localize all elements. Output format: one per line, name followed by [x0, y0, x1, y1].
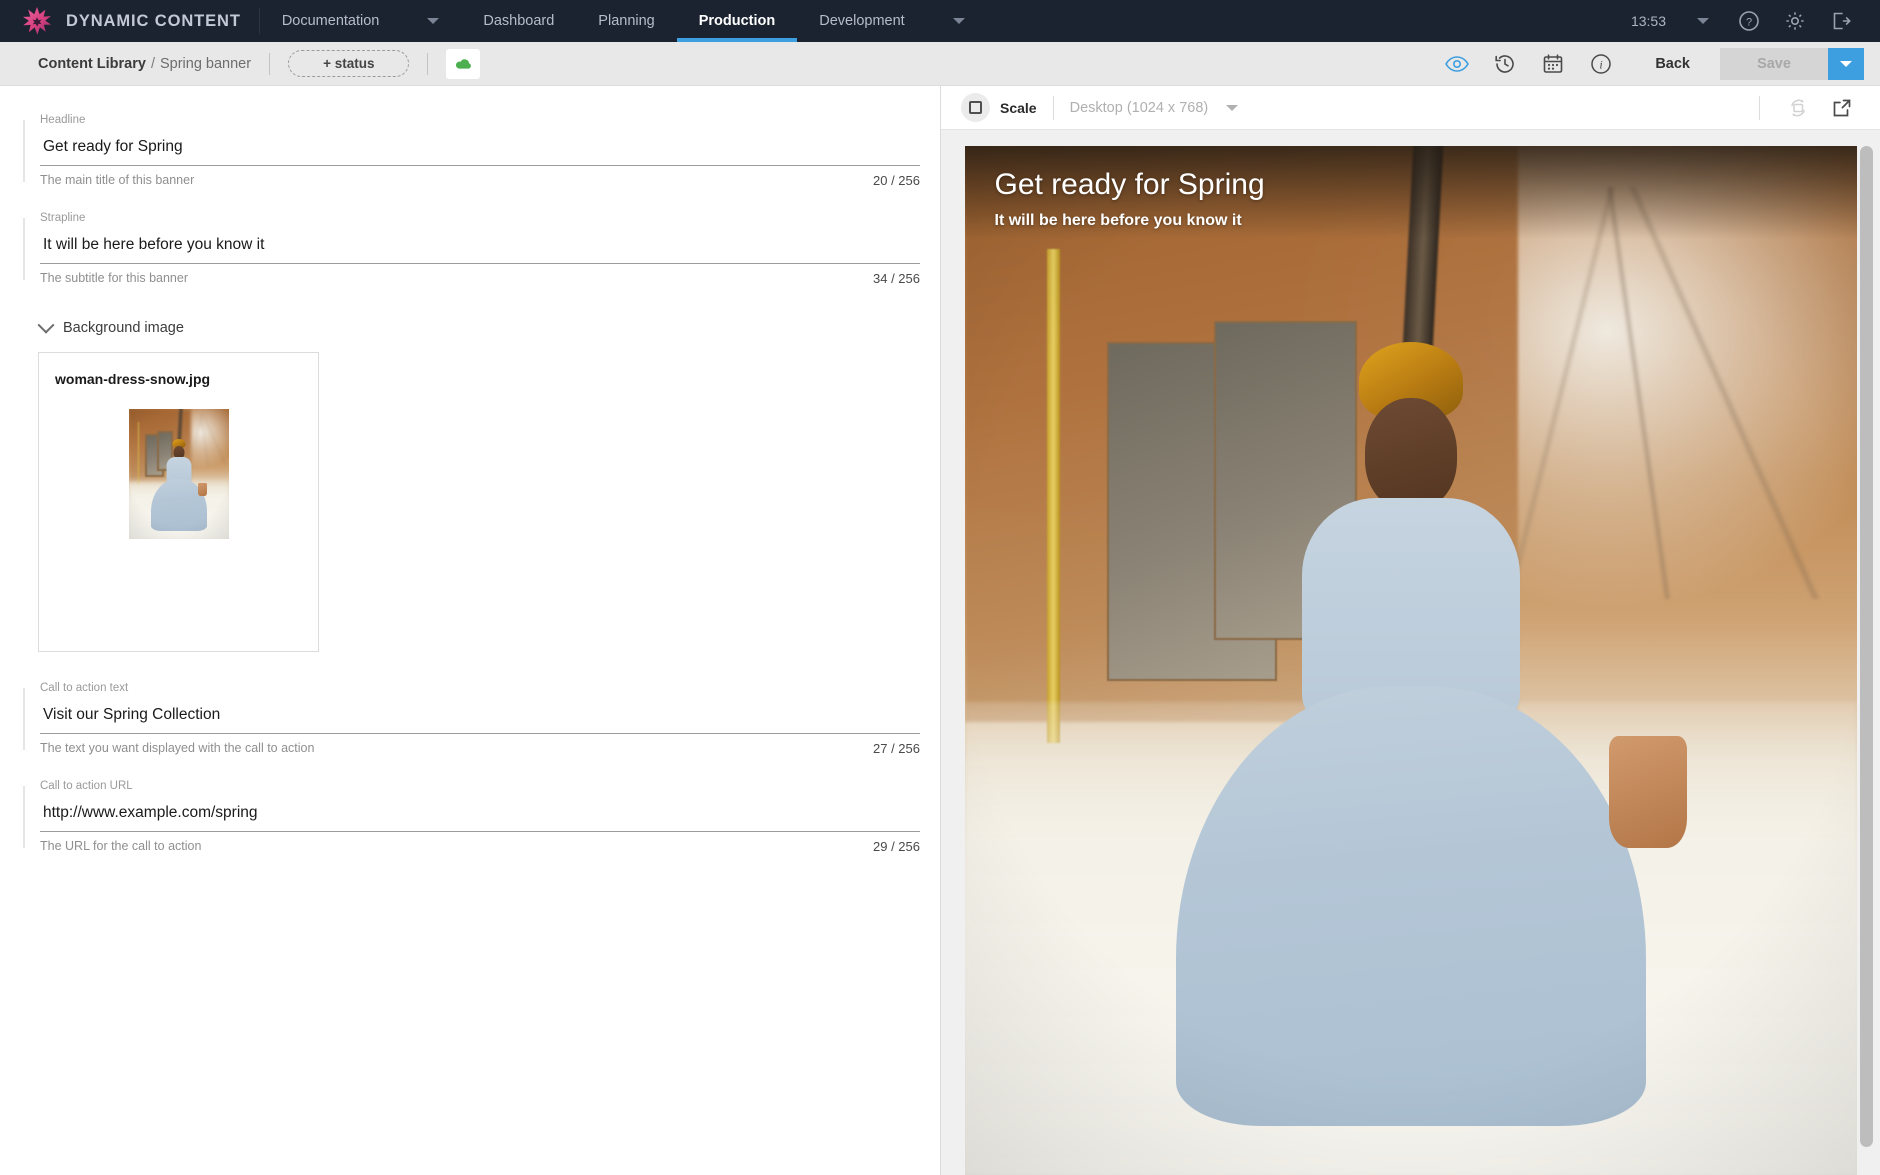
clock: 13:53 — [1630, 13, 1666, 29]
banner-overlay-text: Get ready for Spring It will be here bef… — [995, 168, 1265, 230]
cta-url-input[interactable]: http://www.example.com/spring — [40, 800, 920, 832]
main-body: Headline Get ready for Spring The main t… — [0, 86, 1880, 1175]
breadcrumb-separator: / — [150, 55, 155, 72]
nav-item-label: Development — [819, 13, 905, 29]
field-hint: The text you want displayed with the cal… — [40, 741, 315, 755]
nav-item-label: Dashboard — [483, 13, 555, 29]
chevron-down-icon — [427, 18, 440, 24]
chevron-down-icon — [1840, 60, 1852, 67]
save-button[interactable]: Save — [1720, 47, 1828, 80]
character-counter: 29 / 256 — [873, 839, 920, 854]
nav-item-label: Documentation — [281, 13, 380, 29]
content-form-pane: Headline Get ready for Spring The main t… — [0, 86, 940, 1175]
character-counter: 34 / 256 — [873, 271, 920, 286]
field-hint: The subtitle for this banner — [40, 271, 188, 285]
logout-icon[interactable] — [1818, 0, 1864, 42]
topnav-right-group: 13:53 ? — [1617, 0, 1880, 42]
info-icon[interactable]: i — [1581, 44, 1621, 84]
back-button[interactable]: Back — [1625, 56, 1720, 72]
divider — [1759, 95, 1760, 120]
divider — [427, 52, 429, 75]
field-meta: The main title of this banner 20 / 256 — [40, 173, 920, 188]
rotate-refresh-icon[interactable] — [1776, 86, 1820, 130]
breadcrumb-current: Spring banner — [159, 55, 252, 72]
character-counter: 20 / 256 — [873, 173, 920, 188]
nav-item-production[interactable]: Production — [676, 0, 798, 42]
divider — [1052, 95, 1054, 120]
divider — [269, 52, 271, 75]
media-thumbnail — [128, 409, 229, 539]
calendar-icon[interactable] — [1533, 44, 1573, 84]
cta-text-input[interactable]: Visit our Spring Collection — [40, 702, 920, 734]
preview-stage: Get ready for Spring It will be here bef… — [941, 130, 1880, 1175]
nav-item-planning[interactable]: Planning — [576, 0, 676, 42]
media-file-name: woman-dress-snow.jpg — [55, 371, 211, 387]
breadcrumb-bar: Content Library / Spring banner + status — [0, 42, 1880, 86]
preview-toolbar: Scale Desktop (1024 x 768) — [941, 86, 1880, 130]
external-link-icon[interactable] — [1820, 86, 1864, 130]
brand-logo[interactable]: DYNAMIC CONTENT — [0, 0, 259, 42]
nav-item-label: Production — [698, 13, 776, 29]
headline-input[interactable]: Get ready for Spring — [40, 134, 920, 166]
gear-icon[interactable] — [1772, 0, 1818, 42]
banner-strapline: It will be here before you know it — [994, 211, 1242, 229]
field-meta: The subtitle for this banner 34 / 256 — [40, 271, 920, 286]
device-size-label: Desktop (1024 x 768) — [1069, 99, 1209, 116]
app-root: DYNAMIC CONTENT Documentation Dashboard … — [0, 0, 1880, 1175]
scale-label: Scale — [1000, 99, 1037, 116]
section-title: Background image — [63, 320, 184, 336]
preview-pane: Scale Desktop (1024 x 768) Get ready for… — [940, 86, 1880, 1175]
scale-checkbox[interactable]: Scale — [961, 93, 1037, 122]
field-group-cta-url: Call to action URL http://www.example.co… — [0, 780, 940, 854]
field-hint: The URL for the call to action — [40, 839, 202, 853]
preview-toolbar-actions — [1743, 86, 1864, 130]
chevron-down-icon — [952, 18, 965, 24]
field-hint: The main title of this banner — [40, 173, 195, 187]
field-meta: The URL for the call to action 29 / 256 — [40, 839, 920, 854]
eye-icon[interactable] — [1437, 44, 1477, 84]
scrollbar-thumb[interactable] — [1860, 146, 1873, 1147]
device-size-select[interactable]: Desktop (1024 x 768) — [1070, 100, 1239, 116]
help-icon[interactable]: ? — [1726, 0, 1772, 42]
field-group-strapline: Strapline It will be here before you kno… — [0, 212, 940, 286]
top-navigation-bar: DYNAMIC CONTENT Documentation Dashboard … — [0, 0, 1880, 42]
nav-item-development[interactable]: Development — [797, 0, 986, 42]
svg-text:i: i — [1600, 57, 1603, 71]
add-status-button[interactable]: + status — [288, 50, 410, 77]
character-counter: 27 / 256 — [873, 741, 920, 756]
starburst-logo-icon — [22, 6, 52, 36]
field-label: Headline — [40, 114, 86, 126]
chevron-down-icon — [37, 316, 55, 334]
banner-headline: Get ready for Spring — [994, 168, 1265, 201]
breadcrumb-root-link[interactable]: Content Library — [38, 56, 146, 72]
svg-text:?: ? — [1746, 17, 1752, 29]
save-button-group: Save — [1720, 47, 1864, 80]
cloud-publish-icon[interactable] — [446, 48, 481, 79]
preview-scrollbar[interactable] — [1860, 146, 1873, 1167]
background-image-card[interactable]: woman-dress-snow.jpg — [38, 352, 319, 652]
strapline-input[interactable]: It will be here before you know it — [40, 232, 920, 264]
nav-item-dashboard[interactable]: Dashboard — [461, 0, 576, 42]
field-label: Call to action text — [40, 682, 129, 694]
nav-item-label: Planning — [598, 13, 655, 29]
nav-item-documentation[interactable]: Documentation — [260, 0, 462, 42]
banner-preview[interactable]: Get ready for Spring It will be here bef… — [964, 146, 1857, 1175]
background-image-section-toggle[interactable]: Background image — [0, 316, 940, 336]
history-clock-icon[interactable] — [1485, 44, 1525, 84]
topnav-chevron-down-icon[interactable] — [1680, 0, 1726, 42]
field-group-headline: Headline Get ready for Spring The main t… — [0, 114, 940, 188]
field-group-cta-text: Call to action text Visit our Spring Col… — [0, 682, 940, 756]
checkbox-icon — [961, 93, 990, 122]
field-label: Strapline — [40, 212, 86, 224]
chevron-down-icon — [1226, 104, 1239, 111]
field-label: Call to action URL — [40, 780, 133, 792]
save-dropdown-button[interactable] — [1828, 47, 1864, 80]
field-meta: The text you want displayed with the cal… — [40, 741, 920, 756]
brand-name: DYNAMIC CONTENT — [66, 11, 241, 30]
breadcrumb-actions: i Back Save — [1433, 44, 1864, 84]
